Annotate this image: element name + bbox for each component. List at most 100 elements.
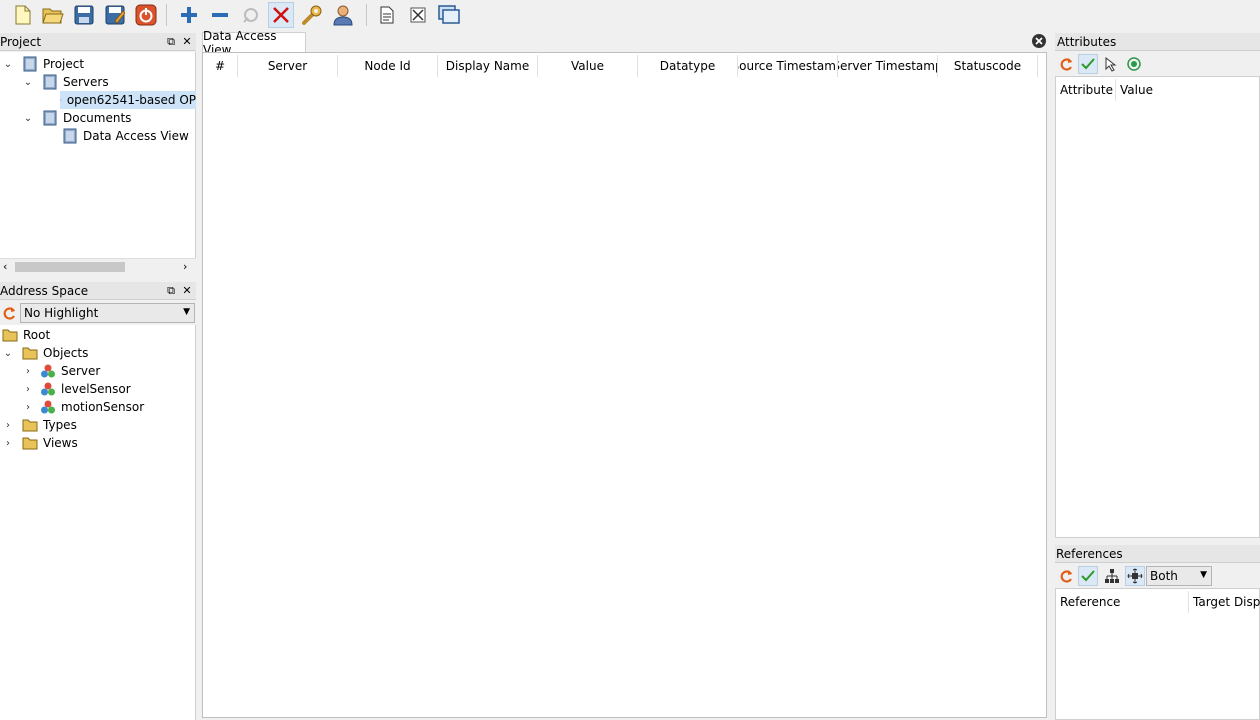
chevron-right-icon[interactable]: › — [2, 419, 14, 431]
restore-window-icon[interactable]: ⧉ — [165, 36, 177, 48]
column-header[interactable]: Source Timestamp — [738, 55, 838, 77]
column-header[interactable]: Node Id — [338, 55, 438, 77]
panel-title: Attributes — [1057, 35, 1117, 49]
dropdown-arrow-icon: ▼ — [183, 307, 190, 317]
save-as-button[interactable] — [102, 2, 128, 28]
expand-references-button[interactable] — [1125, 566, 1145, 586]
select-attribute-button[interactable] — [1101, 54, 1121, 74]
refresh-attributes-button[interactable] — [1056, 54, 1076, 74]
new-document-button[interactable] — [374, 2, 400, 28]
record-icon — [1127, 57, 1141, 71]
monitor-button[interactable] — [1124, 54, 1144, 74]
chevron-down-icon[interactable]: ⌄ — [22, 76, 34, 88]
highlight-select-value: No Highlight — [24, 306, 99, 320]
tree-node-types[interactable]: › Types — [2, 416, 77, 434]
close-icon[interactable]: ✕ — [181, 285, 193, 297]
close-icon[interactable]: ✕ — [181, 36, 193, 48]
open-project-button[interactable] — [40, 2, 66, 28]
tree-node-project[interactable]: ⌄ Project — [2, 55, 84, 73]
remove-document-icon — [410, 7, 426, 23]
connect-icon — [243, 8, 258, 23]
write-attributes-button[interactable] — [1078, 54, 1098, 74]
remove-server-button[interactable] — [207, 2, 233, 28]
tree-node-documents[interactable]: ⌄ Documents — [22, 109, 131, 127]
tree-node-objects[interactable]: ⌄ Objects — [2, 344, 89, 362]
refresh-icon[interactable] — [1, 305, 17, 321]
attributes-toolbar — [1055, 53, 1260, 75]
disconnect-button[interactable] — [268, 2, 294, 28]
toolbar-separator — [366, 4, 367, 26]
remove-document-button[interactable] — [405, 2, 431, 28]
chevron-down-icon[interactable]: ⌄ — [22, 112, 34, 124]
panel-title: Project — [0, 35, 42, 49]
tree-node-level-sensor[interactable]: › levelSensor — [22, 380, 131, 398]
settings-button[interactable] — [299, 2, 325, 28]
column-header[interactable]: Attribute — [1056, 79, 1116, 101]
tree-node-root[interactable]: Root — [2, 326, 50, 344]
column-header[interactable]: Value — [538, 55, 638, 77]
exit-button[interactable] — [133, 2, 159, 28]
tree-node-servers[interactable]: ⌄ Servers — [22, 73, 109, 91]
refresh-icon — [1060, 570, 1072, 583]
tree-node-server[interactable]: › Server — [22, 362, 100, 380]
scroll-right-icon[interactable]: › — [183, 260, 187, 273]
tree-node-server-selected[interactable]: open62541-based OP — [60, 91, 196, 109]
scrollbar-thumb[interactable] — [15, 262, 125, 272]
column-header[interactable]: Statuscode — [938, 55, 1038, 77]
user-icon — [333, 5, 353, 26]
chevron-right-icon[interactable]: › — [22, 401, 34, 413]
toolbar-separator — [166, 4, 167, 26]
tab-data-access-view[interactable]: Data Access View — [202, 29, 306, 57]
folder-icon — [22, 437, 38, 450]
dropdown-arrow-icon: ▼ — [1200, 570, 1207, 580]
highlight-select[interactable]: No Highlight ▼ — [20, 303, 195, 323]
add-server-button[interactable] — [176, 2, 202, 28]
references-table: Reference Target Display — [1055, 588, 1260, 720]
document-tab-bar: Data Access View — [198, 29, 1053, 57]
column-header[interactable]: Target Display — [1189, 591, 1260, 613]
data-access-table: # Server Node Id Display Name Value Data… — [202, 52, 1047, 718]
chevron-right-icon[interactable]: › — [22, 365, 34, 377]
tree-node-views[interactable]: › Views — [2, 434, 78, 452]
apply-references-button[interactable] — [1078, 566, 1098, 586]
object-icon — [41, 382, 55, 396]
connect-button[interactable] — [238, 2, 264, 28]
attributes-table: Attribute Value — [1055, 76, 1260, 538]
scroll-left-icon[interactable]: ‹ — [3, 260, 7, 273]
power-icon — [135, 4, 157, 26]
column-header[interactable]: Reference — [1056, 591, 1189, 613]
tree-node-motion-sensor[interactable]: › motionSensor — [22, 398, 144, 416]
restore-window-icon[interactable]: ⧉ — [165, 285, 177, 297]
column-header[interactable]: Server — [238, 55, 338, 77]
attributes-panel-header: Attributes — [1055, 33, 1260, 51]
chevron-right-icon[interactable]: › — [2, 437, 14, 449]
user-button[interactable] — [330, 2, 356, 28]
new-project-button[interactable] — [10, 2, 36, 28]
address-space-tree: Root ⌄ Objects › Server › levelSensor › … — [0, 325, 196, 720]
column-header[interactable]: Display Name — [438, 55, 538, 77]
hierarchy-button[interactable] — [1102, 566, 1122, 586]
chevron-down-icon[interactable]: ⌄ — [2, 347, 14, 359]
panel-title: Address Space — [0, 284, 89, 298]
column-header[interactable]: Datatype — [638, 55, 738, 77]
chevron-down-icon[interactable]: ⌄ — [2, 58, 14, 70]
close-tab-icon[interactable] — [1031, 33, 1047, 49]
save-button[interactable] — [71, 2, 97, 28]
servers-folder-icon — [43, 74, 57, 90]
column-header[interactable]: Value — [1116, 79, 1256, 101]
window-icon — [438, 5, 460, 24]
window-button[interactable] — [436, 2, 462, 28]
refresh-icon — [1060, 58, 1072, 71]
column-header[interactable]: Server Timestamp — [838, 55, 938, 77]
folder-icon — [22, 419, 38, 432]
chevron-right-icon[interactable]: › — [22, 383, 34, 395]
panel-title: References — [1056, 547, 1123, 561]
column-header[interactable]: # — [203, 55, 238, 77]
direction-select[interactable]: Both ▼ — [1146, 566, 1212, 586]
object-icon — [41, 364, 55, 378]
project-icon — [23, 56, 37, 72]
refresh-references-button[interactable] — [1056, 566, 1076, 586]
expand-network-icon — [1127, 568, 1143, 584]
horizontal-scrollbar[interactable]: ‹ › — [0, 258, 196, 274]
tree-node-data-access-view[interactable]: Data Access View — [62, 127, 189, 145]
